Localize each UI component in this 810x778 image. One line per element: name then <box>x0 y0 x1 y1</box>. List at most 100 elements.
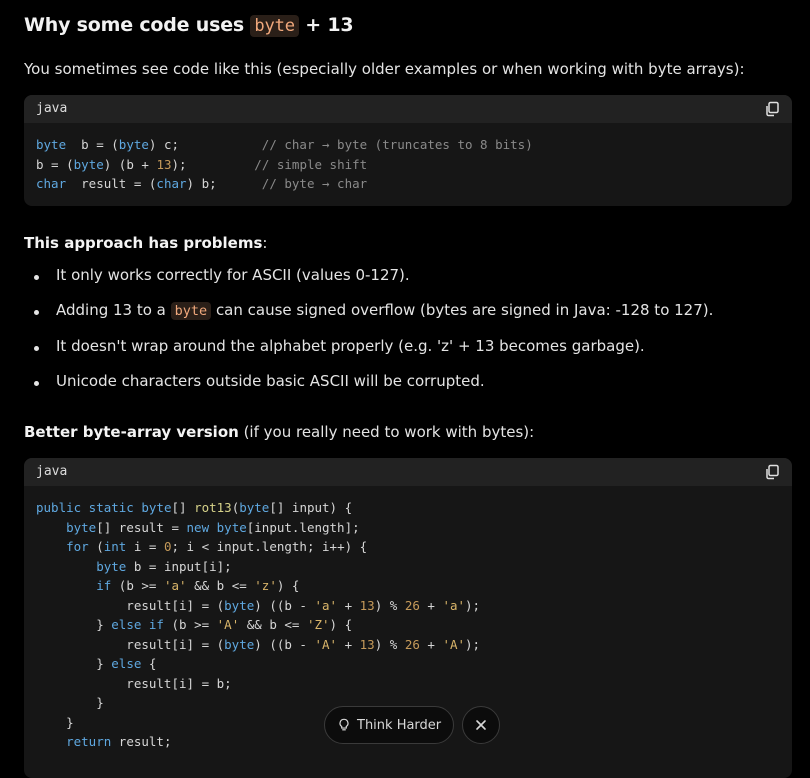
code-token: rot13 <box>194 500 232 515</box>
code-token: 'a' <box>314 597 338 613</box>
code-token: if <box>96 578 112 593</box>
code-header: java <box>24 458 792 486</box>
code-token: for <box>66 539 89 554</box>
code-token: 26 <box>404 636 420 652</box>
code-line: } else if (b >= 'A' && b <= 'Z') { <box>36 617 352 632</box>
code-token: ) % <box>374 636 405 652</box>
code-token: else <box>111 656 142 671</box>
code-token: 'Z' <box>306 617 330 632</box>
code-token: byte <box>224 597 255 613</box>
code-block-1: java byte b = (byte) c; // char → byte (… <box>24 95 792 206</box>
code-token: byte <box>224 636 255 652</box>
code-token: ; i < input.length; i++) { <box>171 539 368 554</box>
code-token: } <box>36 656 112 671</box>
code-token: b = input[i]; <box>126 558 232 574</box>
code-token: } <box>36 695 104 710</box>
code-line: } <box>36 695 104 710</box>
code-token: else <box>111 617 142 632</box>
code-token: ) % <box>374 597 405 613</box>
code-token: 0 <box>163 539 172 554</box>
code-line: char result = (char) b; // byte → char <box>36 176 367 191</box>
code-token: byte <box>239 500 270 515</box>
code-token: ) c; <box>148 137 262 152</box>
code-token: + <box>419 636 443 652</box>
code-token: result = ( <box>66 176 157 191</box>
code-token: ( <box>88 539 104 554</box>
think-harder-label: Think Harder <box>357 717 442 733</box>
intro-paragraph: You sometimes see code like this (especi… <box>24 60 745 78</box>
code-token: ) { <box>276 578 300 593</box>
code-token: new <box>186 519 210 535</box>
copy-icon[interactable] <box>764 464 780 480</box>
code-line: } else { <box>36 656 156 671</box>
code-token: 26 <box>404 597 420 613</box>
code-token: b = ( <box>36 156 74 172</box>
code-token: 'a' <box>163 578 187 593</box>
code-token: ) b; <box>186 176 262 191</box>
list-item: It only works correctly for ASCII (value… <box>24 266 713 301</box>
close-icon <box>476 720 486 730</box>
code-line: byte[] result = new byte[input.length]; <box>36 520 360 535</box>
code-token: result[i] = ( <box>36 636 225 652</box>
code-token: 13 <box>156 156 172 172</box>
code-token: i = <box>126 539 164 554</box>
code-token: byte <box>141 500 172 515</box>
code-body: byte b = (byte) c; // char → byte (trunc… <box>24 123 792 206</box>
code-language: java <box>36 464 68 479</box>
code-token: 13 <box>359 597 375 613</box>
code-token: && b <= <box>239 617 307 632</box>
code-token: byte <box>36 137 67 152</box>
code-token: ) ((b - <box>254 636 315 652</box>
code-token: // byte → char <box>261 176 368 191</box>
code-token: 'a' <box>442 597 466 613</box>
code-token: [input.length]; <box>246 519 360 535</box>
better-heading: Better byte-array version (if you really… <box>24 423 535 441</box>
code-token: // simple shift <box>254 156 368 172</box>
code-token: [] result = <box>96 519 187 535</box>
code-token: ) { <box>329 617 353 632</box>
problems-heading: This approach has problems: <box>24 234 268 252</box>
code-token: + <box>337 597 360 613</box>
code-token: public <box>36 500 82 515</box>
code-token: char <box>36 176 67 191</box>
code-token: 'A' <box>216 617 240 632</box>
section-heading: Why some code uses byte + 13 <box>24 14 354 37</box>
code-token: 'A' <box>314 636 338 652</box>
code-token: // char → byte (truncates to 8 bits) <box>261 137 533 152</box>
close-button[interactable] <box>462 706 501 744</box>
code-token: ) ((b - <box>254 597 315 613</box>
code-token: 13 <box>359 636 375 652</box>
code-token: int <box>103 539 127 554</box>
code-token: static <box>81 500 134 515</box>
code-token: result[i] = ( <box>36 597 225 613</box>
list-item: Unicode characters outside basic ASCII w… <box>24 372 713 407</box>
inline-code: byte <box>170 302 212 320</box>
code-line: b = (byte) (b + 13); // simple shift <box>36 157 367 172</box>
code-token: (b >= <box>163 617 217 632</box>
code-language: java <box>36 101 68 116</box>
code-token: byte <box>73 156 104 172</box>
code-line: } <box>36 715 74 730</box>
code-token: } <box>36 617 112 632</box>
code-line: result[i] = (byte) ((b - 'A' + 13) % 26 … <box>36 637 480 652</box>
code-token: return <box>66 734 112 749</box>
code-line: result[i] = b; <box>36 675 232 691</box>
code-token: if <box>148 617 164 632</box>
code-header: java <box>24 95 792 123</box>
code-line: byte b = input[i]; <box>36 558 232 574</box>
think-harder-button[interactable]: Think Harder <box>324 706 455 744</box>
copy-icon[interactable] <box>764 101 780 117</box>
code-token: { <box>141 656 157 671</box>
code-line: return result; <box>36 734 171 749</box>
code-token: ); <box>465 636 481 652</box>
code-line: if (b >= 'a' && b <= 'z') { <box>36 578 299 593</box>
code-token: result[i] = b; <box>36 675 232 691</box>
code-token: char <box>156 176 187 191</box>
code-line: result[i] = (byte) ((b - 'a' + 13) % 26 … <box>36 598 480 613</box>
